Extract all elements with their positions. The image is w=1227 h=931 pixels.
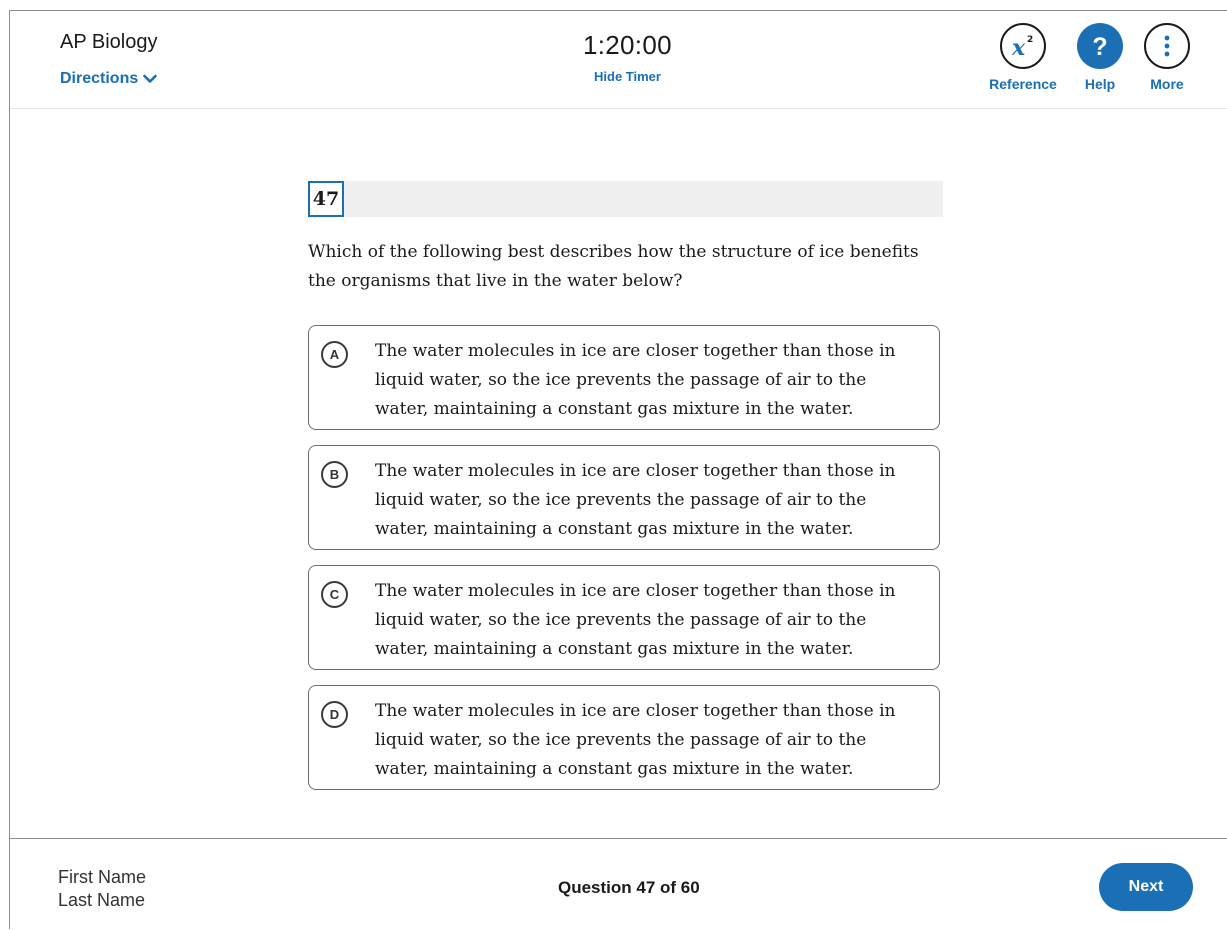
directions-label: Directions [60, 70, 139, 87]
header: AP Biology Directions 1:20:00 Hide Timer… [10, 11, 1227, 109]
more-button[interactable]: More [1127, 23, 1207, 92]
choice-d[interactable]: D The water molecules in ice are closer … [308, 685, 940, 790]
svg-text:?: ? [1092, 33, 1107, 61]
question-header-bar: 47 [308, 181, 943, 217]
student-last-name: Last Name [58, 890, 146, 910]
choice-letter: D [321, 701, 348, 728]
footer: First Name Last Name Question 47 of 60 N… [10, 838, 1227, 931]
exam-title: AP Biology [60, 31, 158, 53]
choice-c[interactable]: C The water molecules in ice are closer … [308, 565, 940, 670]
reference-button[interactable]: x 2 Reference [983, 23, 1063, 92]
exam-window: AP Biology Directions 1:20:00 Hide Timer… [9, 10, 1227, 929]
choice-text: The water molecules in ice are closer to… [375, 581, 896, 659]
directions-toggle[interactable]: Directions [60, 70, 158, 88]
more-vertical-icon [1144, 23, 1190, 69]
hide-timer-button[interactable]: Hide Timer [594, 69, 661, 84]
choice-letter: A [321, 341, 348, 368]
choice-text: The water molecules in ice are closer to… [375, 341, 896, 419]
more-label: More [1150, 76, 1184, 92]
chevron-down-icon [143, 74, 158, 83]
reference-label: Reference [989, 76, 1057, 92]
student-first-name: First Name [58, 867, 147, 887]
choice-a[interactable]: A The water molecules in ice are closer … [308, 325, 940, 430]
question-number: 47 [308, 181, 344, 217]
question-mark-icon: ? [1077, 23, 1123, 69]
next-button[interactable]: Next [1099, 863, 1193, 911]
choice-letter: B [321, 461, 348, 488]
question-stem: Which of the following best describes ho… [308, 242, 919, 291]
formula-icon: x 2 [1000, 23, 1046, 69]
choice-b[interactable]: B The water molecules in ice are closer … [308, 445, 940, 550]
choice-text: The water molecules in ice are closer to… [375, 461, 896, 539]
svg-text:x: x [1011, 35, 1026, 61]
svg-text:2: 2 [1027, 35, 1033, 45]
timer: 1:20:00 [583, 30, 672, 60]
choice-letter: C [321, 581, 348, 608]
question-progress: Question 47 of 60 [558, 878, 700, 897]
choice-text: The water molecules in ice are closer to… [375, 701, 896, 779]
